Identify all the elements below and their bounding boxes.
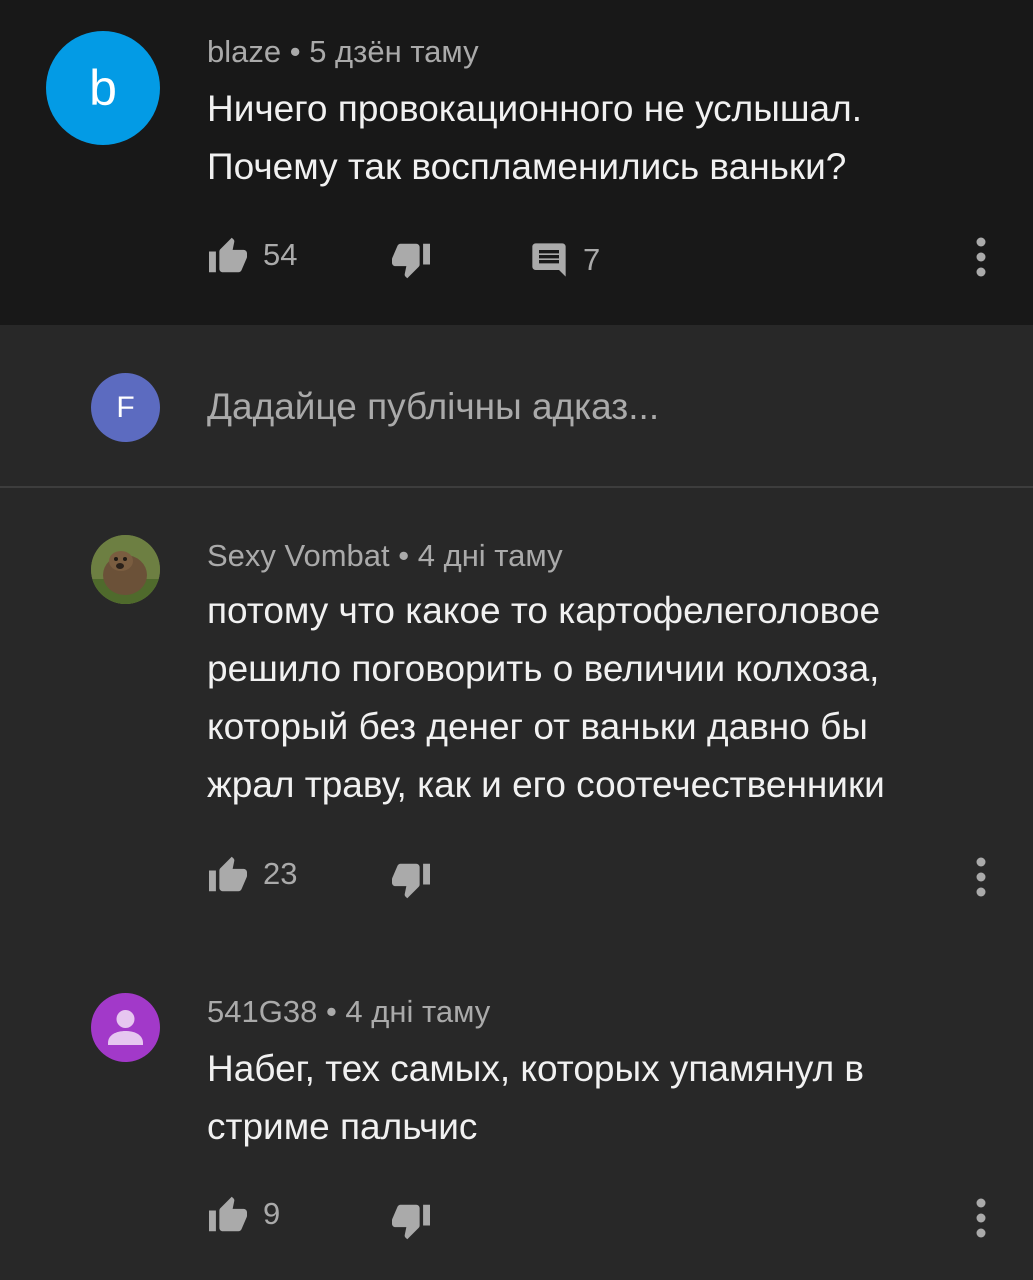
more-vert-icon[interactable] [975,237,987,277]
dislike-button[interactable] [390,1203,432,1241]
comment-time: 4 дні таму [417,538,563,573]
divider [0,486,1033,488]
comment-time: 4 дні таму [345,994,491,1029]
dislike-button[interactable] [390,862,432,900]
comment-meta: 541G38 • 4 дні таму [207,994,490,1030]
meta-separator: • [389,538,418,573]
comment-line: жрал траву, как и его соотечественники [207,764,885,805]
avatar-letter: b [89,60,117,116]
reply-count-button[interactable]: 7 [529,240,600,280]
thumb-down-icon [392,1204,430,1240]
like-button[interactable]: 9 [207,1195,280,1233]
comment-line: потому что какое то картофелеголовое [207,590,881,631]
like-count: 54 [263,237,298,272]
like-button[interactable]: 23 [207,855,297,893]
avatar[interactable] [91,535,160,604]
avatar[interactable]: b [46,31,160,145]
wombat-photo-icon [91,535,160,604]
thumb-down-icon [392,863,430,899]
comment-text: потому что какое то картофелеголовое реш… [207,582,885,814]
dislike-button[interactable] [390,242,432,280]
comment-icon [532,243,566,277]
author-name[interactable]: blaze [207,34,281,69]
comment-line: Ничего провокационного не услышал. [207,88,862,129]
user-avatar[interactable]: F [91,373,160,442]
avatar-letter: F [116,390,135,424]
comment-meta: blaze • 5 дзён таму [207,34,479,70]
comment-line: который без денег от ваньки давно бы [207,706,868,747]
highlighted-comment: b blaze • 5 дзён таму Ничего провокацион… [0,0,1033,325]
meta-separator: • [281,34,310,69]
thumb-up-icon [209,237,247,273]
comment-text: Набег, тех самых, которых упамянул в стр… [207,1040,864,1156]
comment-text: Ничего провокационного не услышал. Почем… [207,80,862,196]
comment-line: решило поговорить о величии колхоза, [207,648,880,689]
like-count: 23 [263,856,298,891]
more-vert-icon[interactable] [975,857,987,897]
comment-line: Набег, тех самых, которых упамянул в [207,1048,865,1089]
author-name[interactable]: Sexy Vombat [207,538,390,573]
more-vert-icon[interactable] [975,1198,987,1238]
comment-line: стриме пальчис [207,1106,478,1147]
avatar[interactable] [91,993,160,1062]
like-button[interactable]: 54 [207,236,297,274]
person-icon [108,1010,143,1045]
thumb-up-icon [209,1196,247,1232]
comment-meta: Sexy Vombat • 4 дні таму [207,538,563,574]
comment-line: Почему так воспламенились ваньки? [207,146,847,187]
like-count: 9 [263,1196,281,1231]
comment-time: 5 дзён таму [309,34,479,69]
thumb-down-icon [392,243,430,279]
author-name[interactable]: 541G38 [207,994,317,1029]
thumb-up-icon [209,856,247,892]
meta-separator: • [317,994,346,1029]
reply-count: 7 [583,242,601,277]
reply-input[interactable]: Дадайце публічны адказ... [207,386,659,428]
